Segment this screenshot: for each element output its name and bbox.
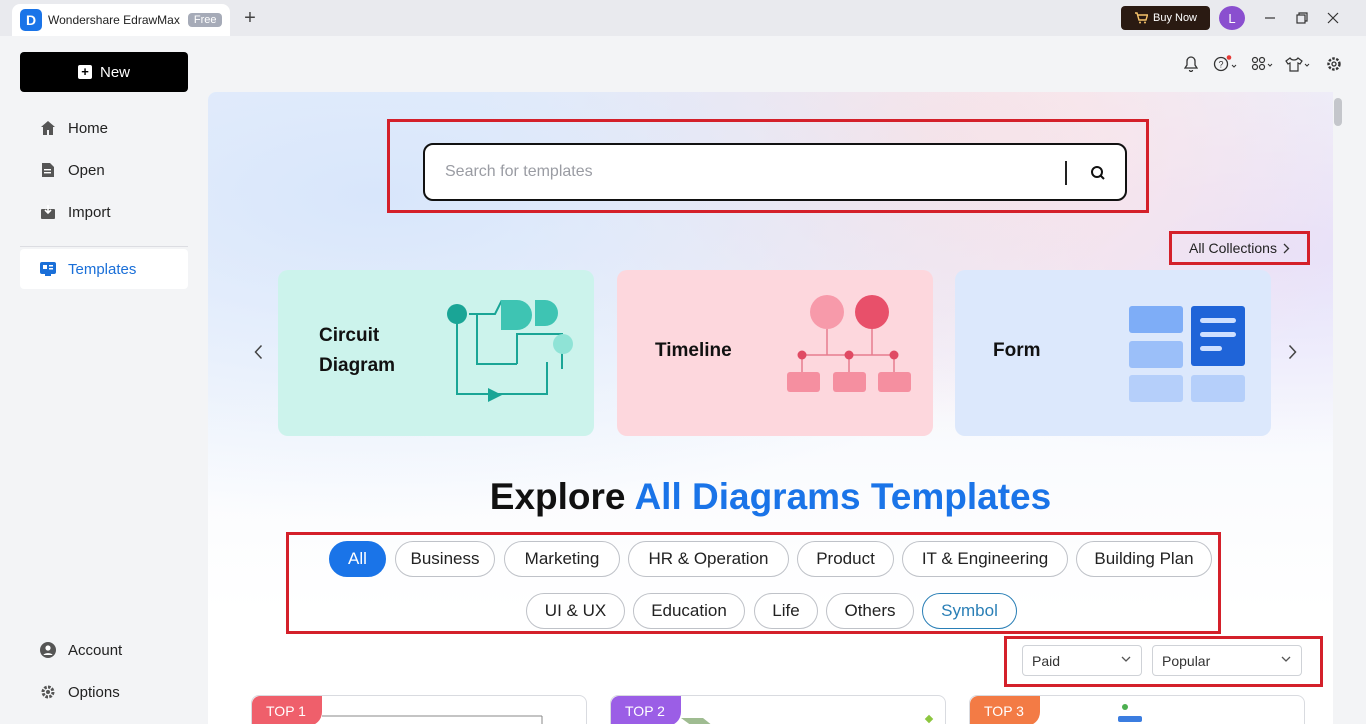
explore-heading-prefix: Explore — [489, 476, 626, 517]
sort-filter-value: Popular — [1162, 652, 1211, 669]
bell-icon[interactable] — [1180, 54, 1202, 74]
svg-text:?: ? — [1218, 60, 1223, 70]
sidebar-item-label: Home — [68, 119, 109, 137]
category-pill-business[interactable]: Business — [395, 541, 495, 577]
card-label: Form — [993, 340, 1041, 361]
top-badge: TOP 1 — [252, 696, 322, 724]
category-pill-marketing[interactable]: Marketing — [504, 541, 620, 577]
gear-icon — [40, 684, 56, 700]
chevron-right-icon — [1283, 243, 1290, 253]
category-pill-others[interactable]: Others — [826, 593, 914, 629]
template-card-top1[interactable]: TOP 1 — [251, 695, 587, 724]
sidebar-divider — [20, 246, 188, 247]
account-icon — [40, 642, 56, 658]
home-icon — [40, 120, 56, 136]
explore-heading-accent: All Diagrams Templates — [634, 476, 1052, 517]
category-pill-building-plan[interactable]: Building Plan — [1076, 541, 1212, 577]
sidebar-item-label: Templates — [68, 260, 137, 278]
card-label: Circuit Diagram — [319, 325, 396, 376]
sidebar-item-home[interactable]: Home — [20, 108, 188, 148]
category-pill-life[interactable]: Life — [754, 593, 818, 629]
buy-now-button[interactable]: Buy Now — [1121, 6, 1210, 30]
sidebar-item-import[interactable]: Import — [20, 192, 188, 232]
price-filter-select[interactable]: Paid — [1022, 645, 1142, 676]
form-illustration-icon — [1129, 306, 1245, 402]
chevron-down-icon — [1281, 656, 1291, 662]
restore-icon[interactable] — [1291, 8, 1313, 28]
template-card-top2[interactable]: TOP 2 — [610, 695, 946, 724]
app-title: Wondershare EdrawMax — [48, 13, 180, 27]
edrawmax-logo-icon: D — [20, 9, 42, 31]
search-icon[interactable] — [1089, 164, 1107, 182]
sort-filter-select[interactable]: Popular — [1152, 645, 1302, 676]
new-button-label: New — [99, 63, 130, 81]
templates-icon — [40, 261, 56, 277]
sidebar-item-templates[interactable]: Templates — [20, 249, 188, 289]
sidebar-item-label: Import — [68, 203, 111, 221]
explore-heading: Explore All Diagrams Templates — [208, 476, 1333, 518]
carousel-card-circuit-diagram[interactable]: Circuit Diagram — [278, 270, 594, 436]
sidebar-item-label: Account — [68, 641, 123, 659]
title-bar: D Wondershare EdrawMax Free + Buy Now L — [0, 0, 1366, 36]
buy-now-label: Buy Now — [1152, 12, 1198, 24]
category-pill-all[interactable]: All — [329, 541, 386, 577]
template-card-top3[interactable]: TOP 3 — [969, 695, 1305, 724]
category-pill-it-engineering[interactable]: IT & Engineering — [902, 541, 1068, 577]
search-box — [423, 143, 1127, 201]
apps-icon[interactable] — [1250, 54, 1276, 74]
sidebar-item-label: Open — [68, 161, 105, 179]
all-collections-link[interactable]: All Collections — [1173, 235, 1306, 261]
top-badge: TOP 3 — [970, 696, 1040, 724]
import-icon — [40, 204, 56, 220]
carousel-next-button[interactable] — [1284, 340, 1300, 364]
sidebar-item-open[interactable]: Open — [20, 150, 188, 190]
category-pill-symbol[interactable]: Symbol — [922, 593, 1017, 629]
chevron-down-icon — [1121, 656, 1131, 662]
category-pill-product[interactable]: Product — [797, 541, 894, 577]
new-tab-button[interactable]: + — [240, 7, 260, 29]
sidebar-item-label: Options — [68, 683, 120, 701]
minimize-icon[interactable] — [1259, 8, 1281, 28]
card-label: Timeline — [655, 340, 732, 361]
search-divider — [1065, 161, 1067, 185]
carousel-card-form[interactable]: Form — [955, 270, 1271, 436]
settings-icon[interactable] — [1323, 54, 1345, 74]
free-badge: Free — [187, 13, 223, 27]
circuit-illustration-icon — [447, 299, 573, 402]
sidebar-item-options[interactable]: Options — [20, 672, 188, 712]
template-thumbnail — [681, 714, 934, 724]
cart-icon — [1134, 12, 1148, 24]
price-filter-value: Paid — [1032, 652, 1061, 669]
shirt-icon[interactable] — [1284, 54, 1312, 74]
chevron-left-icon — [253, 344, 262, 360]
template-thumbnail — [322, 715, 543, 724]
timeline-illustration-icon — [787, 295, 911, 392]
sidebar-item-account[interactable]: Account — [20, 630, 188, 670]
avatar[interactable]: L — [1219, 6, 1245, 30]
category-pill-education[interactable]: Education — [633, 593, 745, 629]
template-thumbnail — [1118, 704, 1142, 722]
top-badge: TOP 2 — [611, 696, 681, 724]
carousel-card-timeline[interactable]: Timeline — [617, 270, 933, 436]
chevron-right-icon — [1288, 344, 1297, 360]
new-button[interactable]: + New — [20, 52, 188, 92]
plus-icon: + — [77, 65, 92, 79]
carousel-prev-button[interactable] — [250, 340, 266, 364]
category-pill-hr-operation[interactable]: HR & Operation — [628, 541, 789, 577]
app-tab[interactable]: D Wondershare EdrawMax Free — [12, 4, 230, 36]
category-pill-ui-ux[interactable]: UI & UX — [526, 593, 625, 629]
help-icon[interactable]: ? — [1212, 54, 1240, 74]
scrollbar-thumb[interactable] — [1334, 98, 1342, 126]
close-icon[interactable] — [1322, 8, 1344, 28]
search-input[interactable] — [445, 155, 1045, 189]
all-collections-label: All Collections — [1189, 240, 1277, 256]
file-icon — [40, 162, 56, 178]
